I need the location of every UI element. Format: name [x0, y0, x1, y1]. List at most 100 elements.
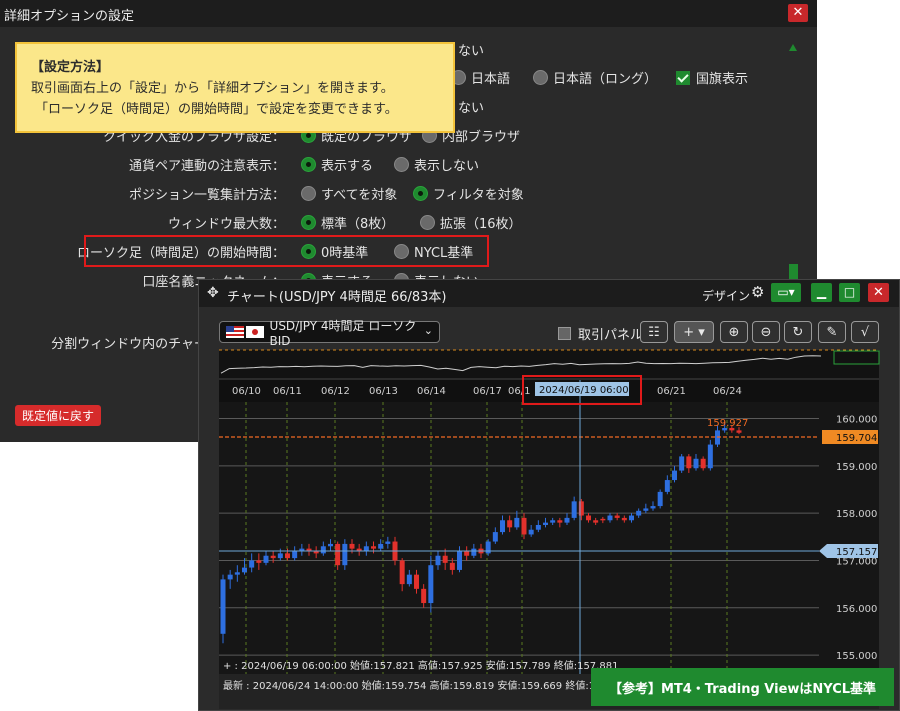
candle-body — [550, 520, 556, 523]
setting-option-label: 日本語（ロング） — [553, 72, 658, 87]
setting-option[interactable]: 日本語 — [451, 68, 510, 87]
checkbox-checked-icon[interactable] — [676, 70, 690, 85]
candle-body — [399, 560, 405, 585]
setting-option[interactable]: 日本語（ロング） — [533, 68, 657, 87]
candle-body — [629, 515, 634, 521]
high-price-label: 159.927 — [707, 418, 748, 429]
date-tick: 06/14 — [417, 386, 446, 397]
candle-body — [600, 518, 606, 521]
candle-body — [421, 588, 427, 604]
candle-body — [435, 555, 441, 566]
price-tick: 160.000 — [836, 415, 877, 426]
candle-body — [471, 548, 477, 556]
candle-body — [636, 510, 642, 516]
candle-body — [557, 520, 563, 523]
radio-selected-icon[interactable] — [301, 157, 316, 172]
candle-body — [657, 491, 663, 507]
candle-body — [492, 532, 498, 542]
candle-body — [349, 543, 355, 549]
date-tick: 06/10 — [232, 386, 261, 397]
setting-option-label: フィルタを対象 — [433, 188, 524, 203]
candle-body — [586, 515, 591, 521]
price-tick: 156.000 — [836, 604, 877, 615]
candle-body — [650, 506, 656, 509]
candle-body — [500, 520, 505, 533]
candle-body — [693, 458, 699, 469]
candle-body — [564, 517, 570, 523]
date-tick: 06/13 — [369, 386, 398, 397]
settings-close-button[interactable]: ✕ — [788, 4, 808, 22]
candle-body — [335, 543, 341, 566]
radio-unselected-icon[interactable] — [420, 215, 435, 230]
candle-body — [263, 555, 269, 563]
reset-defaults-button[interactable]: 既定値に戻す — [15, 405, 101, 426]
candle-body — [406, 574, 412, 585]
candle-body — [249, 560, 255, 568]
candle-body — [535, 524, 541, 530]
setting-option-label: 国旗表示 — [696, 72, 749, 87]
date-tick: 06/24 — [713, 386, 742, 397]
candle-body — [686, 456, 692, 469]
candle-body — [672, 470, 677, 481]
price-tick: 155.000 — [836, 651, 877, 662]
candle-body — [528, 529, 534, 535]
setting-option[interactable]: ない — [458, 97, 484, 116]
price-tick: 158.000 — [836, 509, 877, 520]
candle-body — [543, 522, 548, 525]
setting-option[interactable]: 表示しない — [394, 155, 479, 174]
candle-body — [342, 543, 348, 566]
last-price-label: 159.704 — [836, 433, 877, 444]
setting-option-label: 日本語 — [471, 72, 511, 87]
candle-body — [707, 444, 713, 469]
date-tick: 06/17 — [473, 386, 502, 397]
radio-unselected-icon[interactable] — [394, 157, 409, 172]
candle-body — [328, 543, 333, 547]
radio-unselected-icon[interactable] — [301, 186, 316, 201]
setting-option[interactable]: ない — [458, 40, 484, 59]
reference-badge: 【参考】MT4・Trading ViewはNYCL基準 — [591, 668, 894, 706]
date-tick: 06/11 — [273, 386, 302, 397]
candle-body — [514, 517, 520, 528]
radio-selected-icon[interactable] — [301, 215, 316, 230]
callout-line-2: 「ローソク足（時間足）の開始時間」で設定を変更できます。 — [35, 102, 398, 117]
setting-option[interactable]: 国旗表示 — [676, 68, 748, 87]
setting-option-label: ない — [458, 101, 485, 116]
date-tick: 06/12 — [321, 386, 350, 397]
setting-option[interactable]: フィルタを対象 — [413, 184, 524, 203]
instruction-callout: 【設定方法】 取引画面右上の「設定」から「詳細オプション」を開きます。 「ローソ… — [15, 42, 455, 133]
setting-option[interactable]: 拡張（16枚） — [420, 213, 522, 232]
candle-body — [679, 456, 685, 471]
setting-option[interactable]: すべてを対象 — [301, 184, 397, 203]
candle-body — [593, 520, 599, 523]
candle-body — [736, 430, 742, 433]
setting-option[interactable]: 表示する — [301, 155, 373, 174]
radio-unselected-icon[interactable] — [533, 70, 548, 85]
settings-scrollbar[interactable] — [786, 44, 800, 279]
candle-body — [285, 553, 290, 559]
candle-body — [242, 567, 247, 573]
candle-body — [614, 515, 620, 518]
scroll-up-icon[interactable] — [789, 44, 797, 51]
radio-selected-icon[interactable] — [413, 186, 428, 201]
candle-body — [414, 574, 419, 589]
setting-label: ポジション一覧集計方法： — [128, 188, 285, 203]
candle-body — [521, 517, 527, 535]
candle-body — [234, 572, 240, 575]
plot-area[interactable] — [219, 380, 879, 674]
candle-body — [385, 541, 391, 544]
price-chart[interactable]: 06/10 06/11 06/12 06/13 06/14 06/17 06/1 06/21 0… — [199, 280, 899, 711]
candle-body — [607, 515, 613, 521]
candle-body — [571, 501, 577, 518]
settings-titlebar: 詳細オプションの設定 ✕ — [0, 0, 817, 27]
setting-option[interactable]: 標準（8枚） — [301, 213, 394, 232]
chart-window: ✥ チャート(USD/JPY 4時間足 66/83本) デザイン ⚙ ▭▾ ▁ … — [198, 279, 900, 711]
latest-ohlc-info: 最新 : 2024/06/24 14:00:00 始値:159.754 高値:1… — [223, 679, 608, 692]
candle-body — [507, 520, 513, 528]
candle-body — [621, 517, 627, 521]
candle-body — [643, 508, 649, 511]
scroll-thumb[interactable] — [789, 264, 798, 279]
candle-body — [220, 579, 226, 634]
candle-body — [457, 551, 462, 570]
cursor-ohlc-info: + : 2024/06/19 06:00:00 始値:157.821 高値:15… — [223, 659, 618, 672]
setting-option-label: 標準（8枚） — [321, 217, 395, 232]
